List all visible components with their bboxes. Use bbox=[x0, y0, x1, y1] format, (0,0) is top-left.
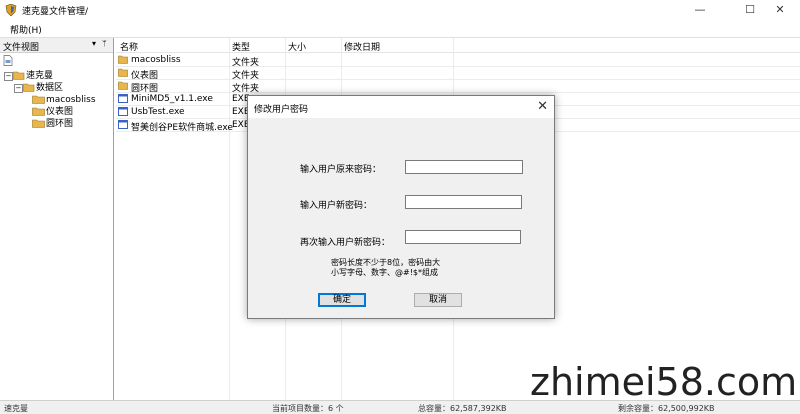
menu-bar: 帮助(H) bbox=[0, 20, 800, 38]
column-header-type[interactable]: 类型 bbox=[232, 40, 250, 53]
folder-open-icon bbox=[13, 71, 25, 80]
file-name: UsbTest.exe bbox=[131, 107, 185, 117]
folder-icon bbox=[118, 81, 128, 90]
watermark: zhimei58.com bbox=[530, 360, 798, 404]
hint-line: 密码长度不少于8位，密码由大 bbox=[331, 258, 441, 267]
folder-icon bbox=[32, 107, 45, 116]
tree-label: 圆环图 bbox=[46, 119, 74, 129]
hint-line: 小写字母、数字、@#!$*组成 bbox=[331, 268, 438, 277]
old-password-label: 输入用户原来密码： bbox=[300, 165, 382, 175]
file-name: macosbliss bbox=[131, 55, 181, 65]
panel-title: 文件视图 bbox=[3, 43, 40, 53]
file-tree-panel: 文件视图 ▾ ᛘ − 速克曼 − 数据区 macosbliss 仪表图 圆环图 bbox=[0, 38, 114, 400]
tree-label: 数据区 bbox=[36, 83, 64, 93]
folder-icon bbox=[32, 95, 45, 104]
folder-open-icon bbox=[23, 83, 35, 92]
title-bar: 速克曼文件管理/ — ☐ ✕ bbox=[0, 0, 800, 20]
column-header-name[interactable]: 名称 bbox=[120, 40, 138, 53]
password-hint: 密码长度不少于8位，密码由大 小写字母、数字、@#!$*组成 bbox=[331, 258, 440, 278]
exe-icon bbox=[118, 120, 128, 129]
list-header: 名称 类型 大小 修改日期 bbox=[116, 38, 800, 53]
status-item-count: 当前项目数量：6 个 bbox=[272, 404, 344, 413]
old-password-field[interactable] bbox=[405, 160, 523, 174]
tree-label: 仪表图 bbox=[46, 107, 74, 117]
list-item[interactable]: 仪表图 文件夹 bbox=[116, 66, 800, 81]
cancel-button[interactable]: 取消 bbox=[414, 293, 462, 307]
tree-label: 速克曼 bbox=[26, 71, 54, 81]
panel-header: 文件视图 ▾ ᛘ bbox=[0, 38, 113, 53]
app-shield-icon bbox=[5, 4, 17, 16]
folder-icon bbox=[118, 55, 128, 64]
menu-help[interactable]: 帮助(H) bbox=[10, 23, 42, 36]
new-password-field[interactable] bbox=[405, 195, 522, 209]
panel-dropdown-icon[interactable]: ▾ bbox=[92, 39, 96, 48]
new-document-icon[interactable] bbox=[3, 55, 13, 66]
exe-icon bbox=[118, 94, 128, 103]
collapse-icon[interactable]: − bbox=[14, 84, 23, 93]
ok-button[interactable]: 确定 bbox=[318, 293, 366, 307]
confirm-password-label: 再次输入用户新密码： bbox=[300, 238, 391, 248]
dialog-title-bar: 修改用户密码 ✕ bbox=[248, 96, 554, 118]
panel-pin-icon[interactable]: ᛘ bbox=[102, 39, 107, 48]
confirm-password-field[interactable] bbox=[405, 230, 521, 244]
column-header-date[interactable]: 修改日期 bbox=[344, 40, 380, 53]
file-name: 智美创谷PE软件商城.exe bbox=[131, 123, 233, 133]
dialog-title: 修改用户密码 bbox=[254, 105, 309, 115]
list-item[interactable]: 圆环图 文件夹 bbox=[116, 79, 800, 94]
window-title: 速克曼文件管理/ bbox=[22, 7, 89, 17]
file-name: MiniMD5_v1.1.exe bbox=[131, 94, 213, 104]
status-app-name: 速克曼 bbox=[4, 404, 28, 413]
new-password-label: 输入用户新密码： bbox=[300, 201, 373, 211]
list-item[interactable]: macosbliss 文件夹 bbox=[116, 53, 800, 68]
minimize-button[interactable]: — bbox=[680, 0, 720, 20]
exe-icon bbox=[118, 107, 128, 116]
tree-label: macosbliss bbox=[46, 95, 96, 105]
close-button[interactable]: ✕ bbox=[760, 0, 800, 20]
folder-icon bbox=[32, 119, 45, 128]
folder-icon bbox=[118, 68, 128, 77]
status-total-capacity: 总容量：62,587,392KB bbox=[418, 404, 507, 413]
dialog-close-button[interactable]: ✕ bbox=[537, 99, 548, 114]
column-header-size[interactable]: 大小 bbox=[288, 40, 306, 53]
collapse-icon[interactable]: − bbox=[4, 72, 13, 81]
status-free-capacity: 剩余容量：62,500,992KB bbox=[618, 404, 715, 413]
panel-toolbar bbox=[0, 53, 113, 68]
change-password-dialog: 修改用户密码 ✕ 输入用户原来密码： 输入用户新密码： 再次输入用户新密码： 密… bbox=[247, 95, 555, 319]
